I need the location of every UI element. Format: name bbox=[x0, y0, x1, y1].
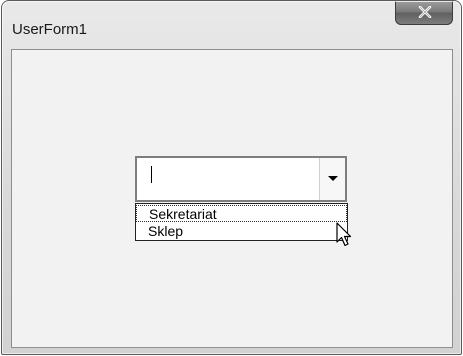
combobox[interactable] bbox=[135, 156, 347, 202]
dropdown-option-sekretariat[interactable]: Sekretariat bbox=[136, 205, 347, 222]
combobox-dropdown-button[interactable] bbox=[319, 158, 345, 200]
combobox-input[interactable] bbox=[137, 158, 319, 200]
form-client-area: Sekretariat Sklep bbox=[11, 49, 453, 348]
chevron-down-icon bbox=[328, 176, 338, 181]
close-button[interactable] bbox=[395, 1, 453, 25]
window-title: UserForm1 bbox=[12, 21, 88, 38]
close-icon bbox=[418, 6, 432, 18]
userform-window: UserForm1 Sekretariat Sklep bbox=[1, 0, 462, 355]
text-caret bbox=[151, 166, 152, 183]
combobox-dropdown-list: Sekretariat Sklep bbox=[135, 203, 348, 241]
mouse-pointer-icon bbox=[336, 222, 352, 247]
dropdown-option-sklep[interactable]: Sklep bbox=[136, 223, 347, 240]
